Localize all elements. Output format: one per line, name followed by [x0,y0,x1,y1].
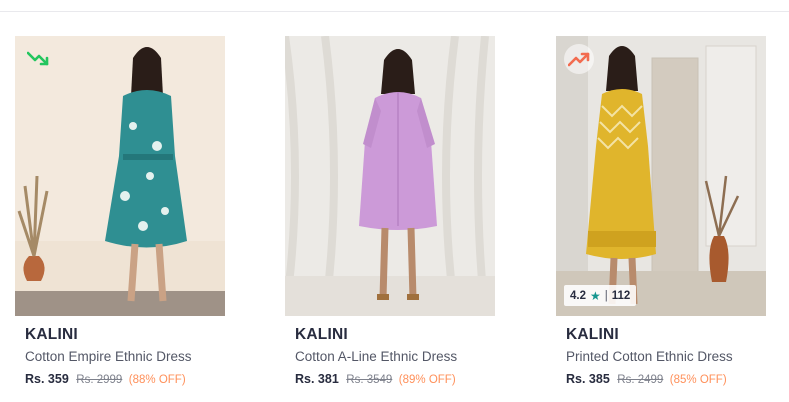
rating-chip: 4.2 ★ | 112 [564,285,637,306]
product-image[interactable] [285,36,495,316]
price-mrp: Rs. 3549 [346,374,393,386]
product-name: Cotton Empire Ethnic Dress [25,349,192,364]
top-divider [0,11,789,12]
product-brand: KALINI [25,326,78,343]
product-image[interactable] [15,36,225,316]
rating-count: 112 [611,289,631,302]
price-mrp: Rs. 2499 [617,374,664,386]
product-brand: KALINI [295,326,348,343]
rating-value: 4.2 [570,289,586,302]
price-row: Rs. 381 Rs. 3549 (89% OFF) [295,372,495,386]
price-row: Rs. 385 Rs. 2499 (85% OFF) [566,372,766,386]
price-row: Rs. 359 Rs. 2999 (88% OFF) [25,372,225,386]
product-brand: KALINI [566,326,619,343]
discount-percent: (89% OFF) [398,374,456,386]
trending-down-icon [27,51,49,66]
price-discounted: Rs. 359 [25,372,69,386]
discount-percent: (85% OFF) [669,374,727,386]
star-icon: ★ [590,288,601,303]
product-card[interactable]: KALINI Cotton Empire Ethnic Dress Rs. 35… [15,36,225,386]
product-card[interactable]: 4.2 ★ | 112 KALINI Printed Cotton Ethnic… [556,36,766,386]
rating-separator: | [604,289,608,302]
product-card[interactable]: KALINI Cotton A-Line Ethnic Dress Rs. 38… [285,36,495,386]
price-discounted: Rs. 381 [295,372,339,386]
product-name: Cotton A-Line Ethnic Dress [295,349,458,364]
trend-badge [23,44,53,74]
trending-up-icon [568,52,590,67]
product-name: Printed Cotton Ethnic Dress [566,349,733,364]
discount-percent: (88% OFF) [128,374,186,386]
price-mrp: Rs. 2999 [76,374,123,386]
price-discounted: Rs. 385 [566,372,610,386]
trend-badge [564,44,594,74]
product-image[interactable]: 4.2 ★ | 112 [556,36,766,316]
